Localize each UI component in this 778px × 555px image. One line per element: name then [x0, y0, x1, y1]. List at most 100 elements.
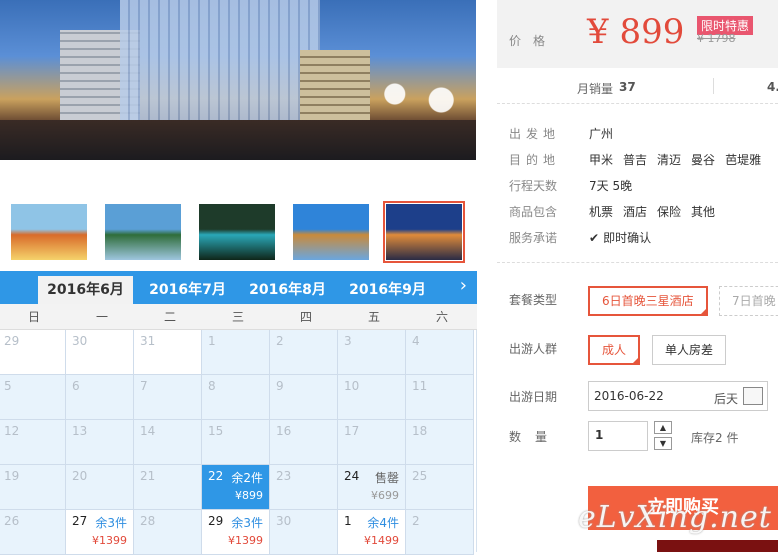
month-tabs: › 2016年6月 2016年7月 2016年8月 2016年9月	[0, 271, 477, 304]
days-label: 行程天数	[509, 179, 558, 193]
day-stock: 余3件	[231, 516, 263, 530]
day-number: 8	[208, 379, 216, 393]
day-price: ¥899	[235, 489, 263, 502]
calendar-day: 28	[134, 510, 202, 555]
weekday-label: 四	[299, 310, 312, 324]
tab-month-1[interactable]: 2016年6月	[38, 276, 133, 304]
include-value: 其他	[691, 205, 716, 219]
calendar-day: 2	[270, 330, 338, 375]
promise-value: 即时确认	[603, 231, 652, 245]
group-label: 出游人群	[509, 342, 558, 356]
days-value: 7天 5晚	[589, 179, 633, 193]
depart-value: 广州	[589, 127, 614, 141]
dest-value: 甲米	[589, 153, 614, 167]
day-price: ¥1399	[92, 534, 127, 547]
promise-row: 服务承诺 ✔ 即时确认	[509, 229, 661, 249]
tab-month-3[interactable]: 2016年8月	[240, 276, 335, 304]
date-field[interactable]: 2016-06-22 后天	[588, 381, 768, 411]
day-number: 1	[344, 514, 352, 528]
thumbnail-pagoda[interactable]	[290, 201, 372, 263]
day-number: 18	[412, 424, 428, 438]
calendar-day: 10	[338, 375, 406, 420]
day-number: 5	[4, 379, 12, 393]
calendar-day: 2	[406, 510, 474, 555]
qty-up-icon[interactable]: ▲	[654, 421, 672, 434]
calendar-day: 30	[270, 510, 338, 555]
quantity-input[interactable]: 1	[588, 421, 648, 451]
day-stock: 售罄	[374, 471, 399, 485]
calendar-day: 14	[134, 420, 202, 465]
day-number: 1	[208, 334, 216, 348]
day-number: 23	[276, 469, 292, 483]
calendar-day: 31	[134, 330, 202, 375]
weekday-label: 六	[435, 310, 448, 324]
price-calendar: › 2016年6月 2016年7月 2016年8月 2016年9月 日 一 二 三 四 五 六 2…	[0, 271, 477, 555]
day-number: 19	[4, 469, 20, 483]
calendar-day: 12	[0, 420, 66, 465]
includes-label: 商品包含	[509, 205, 558, 219]
calendar-day: 8	[202, 375, 270, 420]
dest-value: 普吉	[623, 153, 648, 167]
calendar-day: 19	[0, 465, 66, 510]
dest-label: 目的地	[509, 153, 561, 167]
package-option-1[interactable]: 6日首晚三星酒店	[588, 286, 708, 316]
day-number: 10	[344, 379, 360, 393]
sales-right-value: 4.	[767, 80, 778, 94]
thumbnail-beach[interactable]	[196, 201, 278, 263]
package-option-2[interactable]: 7日首晚	[719, 286, 778, 316]
sales-bar: 月销量 37 4.	[497, 68, 778, 104]
calendar-day: 9	[270, 375, 338, 420]
calendar-icon[interactable]	[743, 387, 763, 405]
day-number: 3	[344, 334, 352, 348]
calendar-day: 25	[406, 465, 474, 510]
weekday-label: 五	[367, 310, 380, 324]
qty-down-icon[interactable]: ▼	[654, 437, 672, 450]
group-option-adult[interactable]: 成人	[588, 335, 641, 365]
calendar-day: 6	[66, 375, 134, 420]
day-stock: 余3件	[95, 516, 127, 530]
check-icon: ✔	[589, 231, 600, 245]
dest-row: 目的地 甲米 普吉 清迈 曼谷 芭堤雅	[509, 151, 771, 171]
thumbnail-mall[interactable]	[383, 201, 465, 263]
day-number: 6	[72, 379, 80, 393]
dest-value: 芭堤雅	[725, 153, 762, 167]
calendar-day: 5	[0, 375, 66, 420]
tab-month-4[interactable]: 2016年9月	[340, 276, 435, 304]
day-number: 7	[140, 379, 148, 393]
include-value: 酒店	[623, 205, 648, 219]
qty-label: 数量	[509, 430, 562, 444]
day-number: 20	[72, 469, 88, 483]
thumbnail-strip	[0, 196, 476, 270]
sales-label: 月销量	[577, 82, 614, 96]
calendar-day[interactable]: 1 余4件 ¥1499	[338, 510, 406, 555]
day-number: 26	[4, 514, 20, 528]
calendar-day: 1	[202, 330, 270, 375]
tab-month-2[interactable]: 2016年7月	[140, 276, 235, 304]
date-value: 2016-06-22	[594, 389, 664, 403]
includes-row: 商品包含 机票 酒店 保险 其他	[509, 203, 725, 223]
thumbnail-temple[interactable]	[8, 201, 90, 263]
calendar-day[interactable]: 29 余3件 ¥1399	[202, 510, 270, 555]
next-month-icon[interactable]: ›	[460, 275, 467, 296]
day-number: 14	[140, 424, 156, 438]
price-label: 价格	[509, 34, 558, 48]
calendar-day[interactable]: 27 余3件 ¥1399	[66, 510, 134, 555]
day-number: 22	[208, 469, 224, 483]
day-price: ¥1499	[364, 534, 399, 547]
day-number: 2	[276, 334, 284, 348]
day-number: 21	[140, 469, 156, 483]
day-number: 25	[412, 469, 428, 483]
calendar-day: 4	[406, 330, 474, 375]
calendar-day[interactable]: 22 余2件 ¥899	[202, 465, 270, 510]
day-number: 29	[208, 514, 224, 528]
day-number: 4	[412, 334, 420, 348]
package-label: 套餐类型	[509, 293, 558, 307]
day-number: 12	[4, 424, 20, 438]
group-option-single[interactable]: 单人房差	[652, 335, 727, 365]
calendar-day: 17	[338, 420, 406, 465]
day-stock: 余4件	[367, 516, 399, 530]
day-number: 30	[276, 514, 292, 528]
calendar-day: 18	[406, 420, 474, 465]
thumbnail-pavilion[interactable]	[102, 201, 184, 263]
day-stock: 余2件	[231, 471, 263, 485]
